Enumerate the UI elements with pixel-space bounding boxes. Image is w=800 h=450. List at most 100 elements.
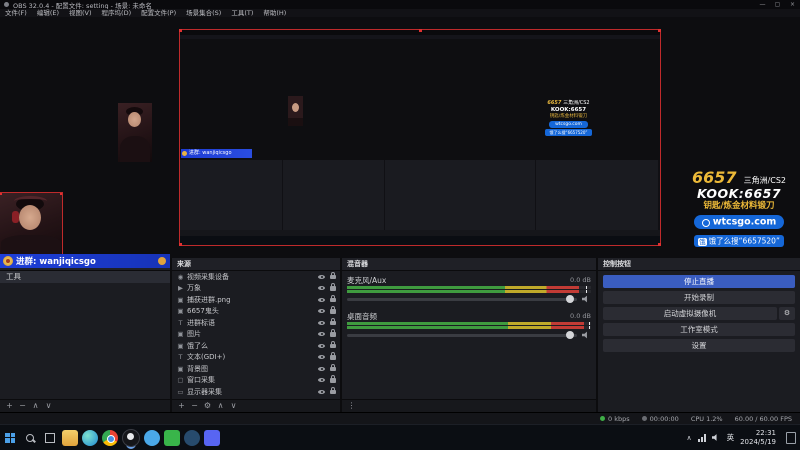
source-row[interactable]: ▣ 背景图 — [172, 363, 340, 375]
obs-studio-icon[interactable] — [122, 428, 140, 447]
lock-icon[interactable] — [330, 352, 336, 360]
lock-icon[interactable] — [330, 306, 336, 314]
lock-icon[interactable] — [330, 317, 336, 325]
button-开始录制[interactable]: 开始录制 — [603, 291, 795, 304]
webcam-source-small[interactable] — [118, 103, 152, 162]
button-启动虚拟摄像机[interactable]: 启动虚拟摄像机 — [603, 307, 777, 320]
lock-icon[interactable] — [330, 375, 336, 383]
close-button[interactable]: × — [785, 0, 800, 9]
lock-icon[interactable] — [330, 329, 336, 337]
menu-item-场景集合(S)[interactable]: 场景集合(S) — [181, 9, 226, 17]
sources-toolbar-icon[interactable]: + — [175, 400, 188, 412]
visibility-toggle-icon[interactable] — [318, 320, 325, 325]
steam-icon[interactable] — [184, 429, 200, 446]
scenes-toolbar-icon[interactable]: ∧ — [29, 400, 42, 412]
button-设置[interactable]: 设置 — [603, 339, 795, 352]
visibility-toggle-icon[interactable] — [318, 274, 325, 279]
volume-slider[interactable] — [347, 331, 577, 339]
sources-dock-title: 来源 — [172, 258, 340, 271]
ad-overlay-source[interactable]: 6657 三角洲/CS2 KOOK:6657 钥匙/炼金材料锻刀 wtcsgo.… — [682, 169, 796, 251]
channel-name: 桌面音频 — [347, 311, 377, 321]
mixer-channel: 麦克风/Aux 0.0 dB — [347, 275, 591, 304]
scenes-toolbar-icon[interactable]: − — [16, 400, 29, 412]
sources-toolbar-icon[interactable]: ∧ — [214, 400, 227, 412]
clock[interactable]: 22:31 2024/5/19 — [740, 429, 776, 447]
volume-meter — [347, 322, 591, 325]
input-method-indicator[interactable]: 英 — [727, 432, 735, 443]
visibility-toggle-icon[interactable] — [318, 309, 325, 314]
notification-center-icon[interactable] — [786, 431, 796, 444]
mixer-toolbar-icon[interactable]: ⋮ — [345, 400, 358, 412]
lock-icon[interactable] — [330, 283, 336, 291]
start-button[interactable] — [0, 426, 20, 450]
sources-toolbar-icon[interactable]: ∨ — [227, 400, 240, 412]
minimize-button[interactable]: — — [755, 0, 770, 9]
display-icon: ▭ — [177, 387, 184, 396]
visibility-toggle-icon[interactable] — [318, 355, 325, 360]
visibility-toggle-icon[interactable] — [318, 286, 325, 291]
source-row[interactable]: ▭ 显示器采集 — [172, 386, 340, 398]
visibility-toggle-icon[interactable] — [318, 297, 325, 302]
lock-icon[interactable] — [330, 340, 336, 348]
menu-item-视图(V)[interactable]: 视图(V) — [64, 9, 97, 17]
source-row[interactable]: ◉ 视频采集设备 — [172, 271, 340, 283]
edge-browser-icon[interactable] — [82, 429, 98, 446]
mini-ad-eleme: 饿了么搜“6657520” — [545, 129, 592, 136]
source-row[interactable]: ▣ 图片 — [172, 329, 340, 341]
source-row[interactable]: T 文本(GDI+) — [172, 352, 340, 364]
maximize-button[interactable]: ▢ — [770, 0, 785, 9]
speaker-icon[interactable] — [582, 295, 587, 303]
source-row[interactable]: ▢ 窗口采集 — [172, 375, 340, 387]
webcam-source-main[interactable] — [0, 192, 63, 256]
scenes-toolbar-icon[interactable]: + — [3, 400, 16, 412]
visibility-toggle-icon[interactable] — [318, 389, 325, 394]
menu-item-工具(T)[interactable]: 工具(T) — [226, 9, 258, 17]
visibility-toggle-icon[interactable] — [318, 343, 325, 348]
lock-icon[interactable] — [330, 386, 336, 394]
tray-chevron-icon[interactable]: ∧ — [686, 434, 691, 442]
obs-logo-icon — [4, 2, 9, 7]
menu-item-编辑(E)[interactable]: 编辑(E) — [32, 9, 64, 17]
scene-item[interactable]: 工具 — [0, 271, 170, 283]
menu-item-帮助(H)[interactable]: 帮助(H) — [258, 9, 291, 17]
network-icon[interactable] — [697, 433, 706, 442]
virtual-camera-settings-gear-icon[interactable]: ⚙ — [779, 307, 795, 320]
source-row[interactable]: ▶ 万象 — [172, 283, 340, 295]
button-停止直播[interactable]: 停止直播 — [603, 275, 795, 288]
source-name: 万象 — [187, 284, 201, 293]
sources-toolbar-icon[interactable]: − — [188, 400, 201, 412]
button-工作室模式[interactable]: 工作室模式 — [603, 323, 795, 336]
file-explorer-icon[interactable] — [62, 429, 78, 446]
chrome-browser-icon[interactable] — [102, 429, 118, 446]
menu-item-文件(F)[interactable]: 文件(F) — [0, 9, 32, 17]
source-name: 显示器采集 — [187, 387, 222, 396]
mini-badge-icon — [182, 151, 187, 156]
discord-icon[interactable] — [204, 429, 220, 446]
task-view-icon[interactable] — [40, 426, 60, 450]
volume-slider[interactable] — [347, 295, 577, 303]
menu-item-配置文件(P)[interactable]: 配置文件(P) — [136, 9, 181, 17]
speaker-icon[interactable] — [582, 331, 587, 339]
volume-slider-handle[interactable] — [566, 331, 575, 339]
lock-icon[interactable] — [330, 294, 336, 302]
wechat-icon[interactable] — [164, 429, 180, 446]
scenes-toolbar-icon[interactable]: ∨ — [42, 400, 55, 412]
sources-toolbar-icon[interactable]: ⚙ — [201, 400, 214, 412]
volume-icon[interactable] — [711, 434, 717, 441]
source-row[interactable]: T 进群标语 — [172, 317, 340, 329]
fan-badge-icon — [3, 256, 13, 266]
source-row[interactable]: ▣ 捕获进群.png — [172, 294, 340, 306]
visibility-toggle-icon[interactable] — [318, 378, 325, 383]
visibility-toggle-icon[interactable] — [318, 332, 325, 337]
volume-slider-handle[interactable] — [566, 295, 575, 303]
menu-item-程序坞(D)[interactable]: 程序坞(D) — [97, 9, 137, 17]
qq-icon[interactable] — [144, 429, 160, 446]
visibility-toggle-icon[interactable] — [318, 366, 325, 371]
lock-icon[interactable] — [330, 271, 336, 279]
lock-icon[interactable] — [330, 363, 336, 371]
source-row[interactable]: ▣ 饿了么 — [172, 340, 340, 352]
group-banner-source[interactable]: 进群: wanjiqicsgo — [0, 254, 170, 268]
search-icon[interactable] — [20, 426, 40, 450]
source-row[interactable]: ▣ 6657鬼头 — [172, 306, 340, 318]
obs-window-capture-source[interactable]: 进群: wanjiqicsgo 6657 三角洲/CS2 KOOK:6657 钥… — [179, 29, 661, 246]
